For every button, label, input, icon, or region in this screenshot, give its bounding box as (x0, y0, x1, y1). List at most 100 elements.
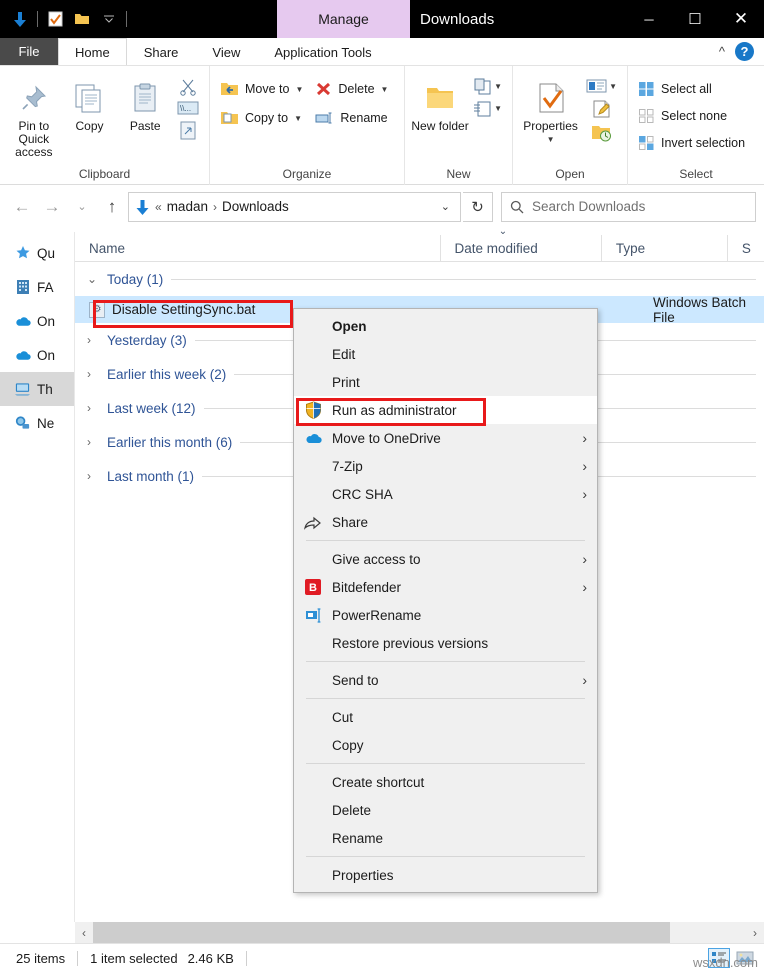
edit-button[interactable] (592, 99, 612, 119)
folder-icon[interactable] (72, 9, 92, 29)
menu-item-rename[interactable]: Rename (294, 824, 597, 852)
menu-item-cut[interactable]: Cut (294, 703, 597, 731)
menu-item-send-to[interactable]: Send to › (294, 666, 597, 694)
sidebar-item-onedrive-1[interactable]: On (0, 304, 74, 338)
menu-item-move-to-onedrive[interactable]: Move to OneDrive › (294, 424, 597, 452)
column-headers: Name ⌄ Date modified Type S (75, 226, 764, 262)
menu-item-properties[interactable]: Properties (294, 861, 597, 889)
recent-locations-button[interactable]: ⌄ (68, 192, 96, 222)
select-all-button[interactable]: Select all (634, 76, 749, 102)
menu-item-copy[interactable]: Copy (294, 731, 597, 759)
rename-button[interactable]: Rename (311, 105, 392, 131)
breadcrumb-downloads[interactable]: Downloads (222, 199, 289, 214)
new-folder-button[interactable]: New folder (411, 72, 469, 133)
tab-share[interactable]: Share (127, 38, 196, 65)
maximize-button[interactable]: ☐ (672, 0, 718, 38)
new-folder-label: New folder (411, 119, 469, 133)
menu-item-share[interactable]: Share (294, 508, 597, 536)
down-arrow-icon[interactable] (10, 9, 30, 29)
paste-button[interactable]: Paste (117, 72, 173, 133)
tab-application-tools[interactable]: Application Tools (257, 38, 388, 65)
column-header-type[interactable]: Type (600, 235, 727, 261)
menu-item-bitdefender[interactable]: B Bitdefender › (294, 573, 597, 601)
search-input[interactable]: Search Downloads (532, 199, 645, 214)
file-explorer-window: Manage Downloads ─ ☐ ✕ File Home Share V… (0, 0, 764, 972)
sidebar-item-fa[interactable]: FA (0, 270, 74, 304)
chevron-right-icon[interactable]: › (87, 333, 99, 347)
menu-item-run-as-administrator[interactable]: Run as administrator (294, 396, 597, 424)
copy-button[interactable]: Copy (62, 72, 118, 133)
chevron-down-icon[interactable]: ⌄ (87, 272, 99, 286)
tab-manage[interactable]: Manage (277, 0, 410, 38)
menu-item-restore-previous-versions[interactable]: Restore previous versions (294, 629, 597, 657)
ribbon-group-new: New folder ▼ ▼ New (405, 66, 513, 185)
easy-access-button[interactable]: ▼ (473, 100, 502, 117)
select-none-button[interactable]: Select none (634, 103, 749, 129)
move-to-button[interactable]: Move to ▼ (216, 76, 307, 102)
open-with-button[interactable]: ▼ (586, 78, 617, 94)
back-button[interactable]: ← (8, 192, 36, 222)
properties-button[interactable]: Properties ▼ (519, 72, 582, 146)
history-button[interactable] (591, 124, 612, 142)
horizontal-scrollbar[interactable]: ‹ › (75, 922, 764, 943)
properties-icon[interactable] (45, 9, 65, 29)
menu-item-print-label: Print (332, 374, 360, 390)
menu-item-powerrename[interactable]: PowerRename (294, 601, 597, 629)
minimize-button[interactable]: ─ (626, 0, 672, 38)
column-header-date-modified[interactable]: ⌄ Date modified (439, 226, 601, 261)
up-button[interactable]: ↑ (98, 192, 126, 222)
delete-button[interactable]: Delete ▼ (311, 76, 392, 102)
file-group-last-week-label: Last week (12) (107, 400, 196, 416)
menu-item-print[interactable]: Print (294, 368, 597, 396)
breadcrumb-madan[interactable]: madan (167, 199, 208, 214)
chevron-down-icon[interactable]: ⌄ (435, 200, 456, 213)
column-header-name[interactable]: Name (75, 235, 440, 261)
scrollbar-track[interactable] (93, 922, 746, 943)
close-button[interactable]: ✕ (718, 0, 764, 38)
file-group-header-today[interactable]: ⌄ Today (1) (75, 262, 764, 296)
menu-item-crc-sha[interactable]: CRC SHA › (294, 480, 597, 508)
menu-item-edit[interactable]: Edit (294, 340, 597, 368)
ribbon-group-clipboard-label: Clipboard (78, 167, 131, 181)
window-title: Downloads (420, 0, 494, 38)
forward-button[interactable]: → (38, 192, 66, 222)
chevron-right-icon[interactable]: › (87, 401, 99, 415)
copy-to-button[interactable]: Copy to ▼ (216, 105, 307, 131)
pin-to-quick-access-button[interactable]: Pin to Quick access (6, 72, 62, 159)
building-icon (14, 279, 31, 296)
search-box[interactable]: Search Downloads (501, 191, 756, 222)
scroll-right-button[interactable]: › (746, 922, 764, 943)
new-item-button[interactable]: ▼ (473, 78, 502, 95)
tab-view[interactable]: View (195, 38, 257, 65)
breadcrumb-overflow[interactable]: « (155, 200, 162, 214)
scrollbar-thumb[interactable] (93, 922, 670, 943)
refresh-button[interactable]: ↻ (463, 191, 493, 222)
properties-label: Properties (523, 119, 578, 133)
chevron-right-icon[interactable]: › (87, 435, 99, 449)
paste-shortcut-button[interactable] (179, 120, 197, 140)
chevron-right-icon[interactable]: › (87, 469, 99, 483)
copy-path-button[interactable]: \\... (177, 101, 199, 115)
help-button[interactable]: ? (735, 42, 754, 61)
tab-file[interactable]: File (0, 38, 58, 65)
menu-item-properties-label: Properties (332, 867, 394, 883)
invert-selection-button[interactable]: Invert selection (634, 130, 749, 156)
menu-item-open[interactable]: Open (294, 312, 597, 340)
chevron-right-icon[interactable]: › (87, 367, 99, 381)
address-bar[interactable]: « madan › Downloads ⌄ (128, 191, 461, 222)
sidebar-item-network[interactable]: Ne (0, 406, 74, 440)
menu-item-delete[interactable]: Delete (294, 796, 597, 824)
menu-separator (306, 540, 585, 541)
tab-home[interactable]: Home (58, 38, 127, 65)
chevron-up-icon[interactable]: ^ (719, 44, 725, 59)
sidebar-item-this-pc[interactable]: Th (0, 372, 74, 406)
menu-item-create-shortcut[interactable]: Create shortcut (294, 768, 597, 796)
scroll-left-button[interactable]: ‹ (75, 922, 93, 943)
menu-item-give-access-to[interactable]: Give access to › (294, 545, 597, 573)
sidebar-item-quick-access[interactable]: Qu (0, 236, 74, 270)
column-header-size[interactable]: S (726, 235, 764, 261)
chevron-down-icon[interactable] (99, 9, 119, 29)
cut-button[interactable] (179, 78, 197, 96)
sidebar-item-onedrive-2[interactable]: On (0, 338, 74, 372)
menu-item-7-zip[interactable]: 7-Zip › (294, 452, 597, 480)
